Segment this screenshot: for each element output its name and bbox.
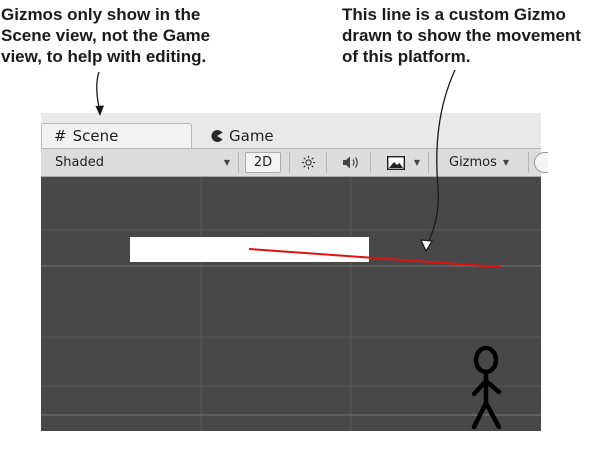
scene-effects-dropdown[interactable]: ▼ <box>379 152 429 173</box>
image-icon <box>387 155 405 170</box>
tab-scene[interactable]: # Scene <box>41 123 192 148</box>
scene-canvas <box>41 177 541 431</box>
toggle-2d-label: 2D <box>253 155 273 170</box>
gizmos-dropdown[interactable]: Gizmos ▼ <box>437 152 529 173</box>
scene-view[interactable] <box>41 177 541 431</box>
tab-scene-label: Scene <box>72 127 119 145</box>
scene-fade-overlay <box>0 431 600 476</box>
dropdown-arrow-icon: ▼ <box>223 158 230 167</box>
callout-gizmos-scene-only: Gizmos only show in the Scene view, not … <box>1 4 210 67</box>
callout-line: Scene view, not the Game <box>1 26 211 45</box>
sun-icon <box>301 155 315 170</box>
dropdown-arrow-icon: ▼ <box>502 158 510 167</box>
callout-arrow-left <box>96 71 101 113</box>
editor-tab-bar: # Scene Game <box>41 113 541 149</box>
shading-mode-dropdown[interactable]: Shaded ▼ <box>41 152 239 173</box>
scene-toolbar: Shaded ▼ 2D ▼ Gizmos ▼ <box>41 149 548 177</box>
callout-line: view, to help with editing. <box>1 47 207 66</box>
speaker-icon <box>342 156 358 169</box>
pacman-icon <box>211 129 223 142</box>
shading-mode-value: Shaded <box>55 155 104 170</box>
callout-line: of this platform. <box>342 47 471 66</box>
grid-icon: # <box>54 127 67 145</box>
callout-line: drawn to show the movement <box>342 26 581 45</box>
gizmos-label: Gizmos <box>449 155 497 170</box>
scene-lighting-toggle[interactable] <box>289 152 327 173</box>
callout-line: Gizmos only show in the <box>1 5 201 24</box>
dropdown-arrow-icon: ▼ <box>413 158 420 167</box>
search-field[interactable] <box>534 152 548 173</box>
scene-audio-toggle[interactable] <box>333 152 371 173</box>
tab-game-label: Game <box>229 126 274 145</box>
tab-game[interactable]: Game <box>209 123 329 148</box>
callout-custom-gizmo: This line is a custom Gizmo drawn to sho… <box>342 4 581 67</box>
toggle-2d-button[interactable]: 2D <box>245 152 281 173</box>
callout-line: This line is a custom Gizmo <box>342 5 566 24</box>
